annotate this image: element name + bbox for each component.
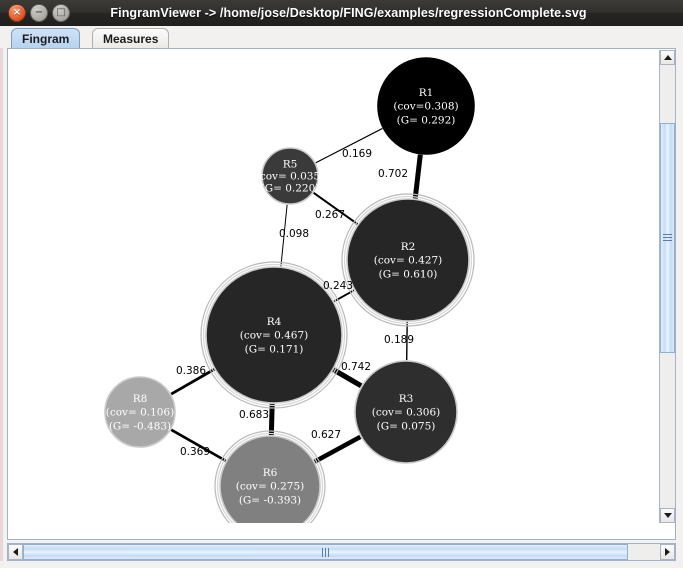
maximize-button[interactable]: □ — [52, 4, 70, 22]
edge-label-r5-r1: 0.169 — [342, 148, 372, 160]
edge-label-r4-r6: 0.683 — [239, 409, 269, 421]
minimize-icon: − — [34, 7, 44, 18]
tab-fingram[interactable]: Fingram — [11, 28, 81, 48]
vertical-scroll-thumb[interactable] — [660, 122, 675, 353]
node-cov-label-r1: (cov=0.308) — [393, 101, 458, 113]
title-bar: × − □ FingramViewer -> /home/jose/Deskto… — [0, 0, 683, 27]
node-label-r6: R6 — [263, 467, 278, 479]
edge-label-r5-r2: 0.267 — [315, 209, 345, 221]
node-label-r5: R5 — [283, 158, 298, 170]
node-label-r4: R4 — [267, 316, 282, 328]
tab-fingram-label: Fingram — [22, 31, 70, 46]
edge-label-r5-r4: 0.098 — [279, 228, 309, 240]
edge-label-r4-r8: 0.386 — [176, 365, 206, 377]
window-title: FingramViewer -> /home/jose/Desktop/FING… — [110, 6, 587, 20]
minimize-button[interactable]: − — [30, 4, 48, 22]
arrow-right-icon — [665, 548, 670, 556]
edge-label-r8-r6: 0.369 — [180, 446, 210, 458]
node-cov-label-r4: (cov= 0.467) — [240, 330, 309, 342]
scroll-left-button[interactable] — [8, 544, 23, 560]
fingram-canvas[interactable]: R1 (cov=0.308) (G= 0.292) R5 (cov= 0.035) (G=… — [9, 50, 660, 523]
tab-bar: Fingram Measures — [0, 26, 683, 48]
arrow-left-icon — [13, 548, 18, 556]
node-cov-label-r3: (cov= 0.306) — [372, 407, 441, 419]
tab-measures-label: Measures — [103, 31, 159, 46]
node-cov-label-r8: (cov= 0.106) — [106, 407, 175, 419]
scroll-grip-icon — [322, 547, 330, 557]
maximize-icon: □ — [56, 7, 66, 18]
scroll-grip-icon — [663, 234, 672, 242]
node-r6[interactable]: R6 (cov= 0.275)(G= -0.393) — [214, 430, 326, 523]
scroll-up-button[interactable] — [660, 50, 675, 65]
tab-measures[interactable]: Measures — [92, 28, 170, 48]
node-g-label-r6: (G= -0.393) — [239, 494, 301, 506]
node-r3[interactable]: R3 (cov= 0.306)(G= 0.075) — [354, 360, 458, 464]
horizontal-scroll-thumb[interactable] — [23, 544, 629, 560]
window-left-edge — [0, 26, 3, 561]
edge-label-r4-r2: 0.243 — [323, 280, 353, 292]
node-cov-label-r2: (cov= 0.427) — [374, 255, 443, 267]
close-button[interactable]: × — [8, 4, 26, 22]
node-g-label-r5: (G= 0.220) — [261, 183, 320, 195]
graph-panel: R1 (cov=0.308) (G= 0.292) R5 (cov= 0.035) (G=… — [7, 48, 676, 540]
status-bar — [0, 561, 683, 568]
node-g-label-r1: (G= 0.292) — [397, 114, 456, 126]
node-g-label-r8: (G= -0.483) — [109, 420, 171, 432]
node-cov-label-r5: (cov= 0.035) — [256, 171, 325, 183]
node-label-r1: R1 — [419, 87, 434, 99]
vertical-scroll-track[interactable] — [660, 65, 675, 508]
node-r2[interactable]: R2 (cov= 0.427)(G= 0.610) — [341, 193, 475, 327]
scroll-down-button[interactable] — [660, 508, 675, 523]
node-g-label-r2: (G= 0.610) — [379, 268, 438, 280]
node-label-r8: R8 — [133, 393, 148, 405]
arrow-up-icon — [663, 55, 672, 60]
horizontal-scroll-track[interactable] — [23, 544, 660, 560]
node-g-label-r4: (G= 0.171) — [245, 343, 304, 355]
edge-label-r6-r3: 0.627 — [311, 429, 341, 441]
node-label-r2: R2 — [401, 241, 416, 253]
application-window: × − □ FingramViewer -> /home/jose/Deskto… — [0, 0, 683, 568]
scroll-right-button[interactable] — [660, 544, 675, 560]
edge-label-r4-r3: 0.742 — [341, 361, 371, 373]
edge-r1-r2[interactable] — [412, 154, 423, 199]
node-r5[interactable]: R5(cov= 0.035)(G= 0.220) — [256, 147, 325, 205]
edge-label-r1-r2: 0.702 — [378, 168, 408, 180]
node-r8[interactable]: R8 (cov= 0.106)(G= -0.483) — [104, 376, 176, 448]
window-controls: × − □ — [8, 4, 70, 22]
edge-r4-r6[interactable] — [268, 403, 275, 436]
arrow-down-icon — [663, 513, 672, 518]
node-label-r3: R3 — [399, 393, 414, 405]
horizontal-scrollbar[interactable] — [7, 543, 676, 561]
node-g-label-r3: (G= 0.075) — [377, 420, 436, 432]
node-cov-label-r6: (cov= 0.275) — [236, 481, 305, 493]
vertical-scrollbar[interactable] — [659, 50, 675, 523]
fingram-graph: R1(cov=0.308)(G= 0.292)R5(cov= 0.035)(G=… — [104, 57, 475, 523]
node-layer: R1(cov=0.308)(G= 0.292)R5(cov= 0.035)(G=… — [104, 57, 475, 523]
node-r1[interactable]: R1 (cov=0.308)(G= 0.292) — [377, 57, 475, 155]
edge-label-r2-r3: 0.189 — [384, 334, 414, 346]
close-icon: × — [12, 7, 22, 18]
